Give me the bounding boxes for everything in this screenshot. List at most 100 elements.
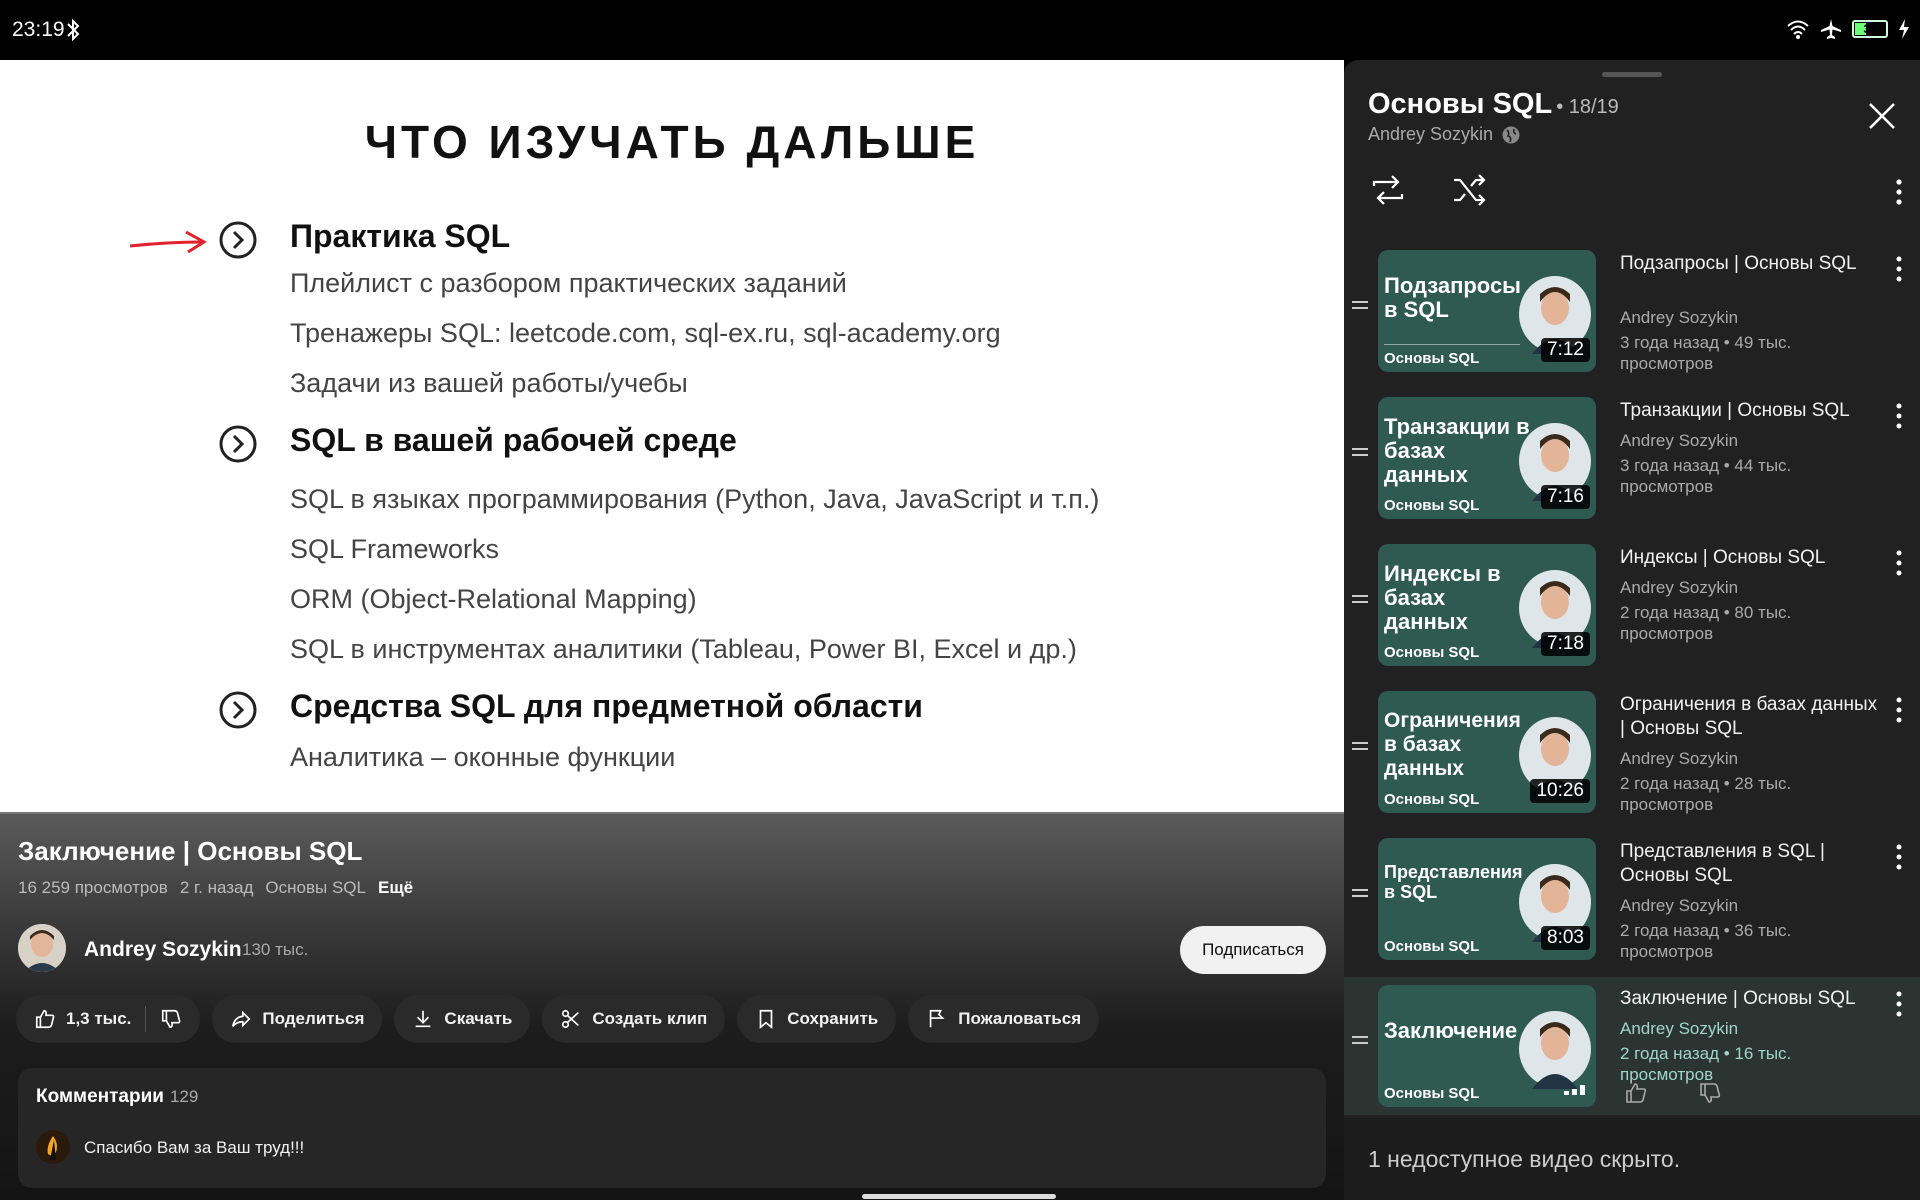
comments-header: Комментарии 129 bbox=[36, 1086, 199, 1107]
share-icon bbox=[232, 1010, 251, 1028]
battery-level: 34 bbox=[1863, 22, 1877, 36]
chevron-circle-icon bbox=[219, 221, 257, 259]
item-title: Подзапросы | Основы SQL bbox=[1620, 253, 1857, 274]
home-indicator[interactable] bbox=[862, 1194, 1056, 1199]
slide-section-heading: Практика SQL bbox=[219, 218, 510, 259]
playlist-item[interactable]: Индексы в базах данных Основы SQL 7:18 И… bbox=[1344, 536, 1920, 666]
commenter-avatar bbox=[36, 1130, 70, 1164]
chevron-circle-icon bbox=[219, 425, 257, 463]
playlist-position: • 18/19 bbox=[1556, 96, 1619, 118]
close-icon[interactable] bbox=[1864, 98, 1900, 134]
red-arrow-icon bbox=[129, 230, 207, 254]
item-meta: 2 года назад • 80 тыс. просмотров bbox=[1620, 603, 1792, 643]
like-dislike-button[interactable]: 1,3 тыс. bbox=[16, 995, 201, 1043]
playlist-item[interactable]: Представления в SQL Основы SQL 8:03 Пред… bbox=[1344, 830, 1920, 961]
video-thumbnail[interactable]: Подзапросы в SQL Основы SQL 7:12 bbox=[1378, 250, 1596, 372]
playlist-menu-icon[interactable] bbox=[1884, 172, 1914, 212]
panel-drag-handle[interactable] bbox=[1602, 72, 1662, 77]
thumbs-up-icon[interactable] bbox=[1624, 1081, 1648, 1105]
flag-icon bbox=[930, 1009, 945, 1028]
drag-handle-icon[interactable] bbox=[1350, 592, 1370, 606]
channel-name[interactable]: Andrey Sozykin bbox=[84, 938, 242, 962]
slide-title: ЧТО ИЗУЧАТЬ ДАЛЬШЕ bbox=[364, 116, 980, 168]
playlist-item[interactable]: Ограничения в базах данных Основы SQL 10… bbox=[1344, 683, 1920, 814]
comments-panel[interactable]: Комментарии 129 Спасибо Вам за Ваш труд!!… bbox=[18, 1068, 1326, 1188]
slide-bullet: SQL в языках программирования (Python, J… bbox=[290, 484, 1100, 514]
item-menu-icon[interactable] bbox=[1884, 546, 1914, 580]
drag-handle-icon[interactable] bbox=[1350, 298, 1370, 312]
channel-avatar[interactable] bbox=[18, 924, 66, 972]
item-channel: Andrey Sozykin bbox=[1620, 896, 1739, 915]
video-meta[interactable]: 16 259 просмотров 2 г. назад Основы SQL … bbox=[18, 878, 413, 898]
chevron-circle-icon bbox=[219, 691, 257, 729]
slide-bullet: ORM (Object-Relational Mapping) bbox=[290, 584, 697, 614]
slide-bullet: SQL Frameworks bbox=[290, 534, 500, 564]
thumbs-down-icon[interactable] bbox=[1698, 1081, 1722, 1105]
save-button[interactable]: Сохранить bbox=[737, 995, 897, 1043]
video-thumbnail[interactable]: Представления в SQL Основы SQL 8:03 bbox=[1378, 838, 1596, 960]
subscribe-button[interactable]: Подписаться bbox=[1180, 926, 1326, 974]
item-menu-icon[interactable] bbox=[1884, 987, 1914, 1021]
video-title: Заключение | Основы SQL bbox=[18, 836, 363, 866]
playlist-owner: Andrey Sozykin bbox=[1368, 124, 1521, 145]
globe-icon bbox=[1502, 126, 1520, 143]
charging-icon bbox=[1899, 19, 1909, 39]
video-duration: 8:03 bbox=[1541, 926, 1590, 950]
bluetooth-icon bbox=[67, 18, 80, 42]
comment-count: 129 bbox=[169, 1087, 199, 1106]
item-menu-icon[interactable] bbox=[1884, 399, 1914, 433]
slide-section-heading: Средства SQL для предметной области bbox=[219, 688, 923, 729]
item-meta: 2 года назад • 36 тыс. просмотров bbox=[1620, 921, 1792, 961]
repeat-icon[interactable] bbox=[1368, 170, 1408, 210]
item-title: Индексы | Основы SQL bbox=[1620, 547, 1826, 568]
item-channel: Andrey Sozykin bbox=[1620, 1019, 1739, 1038]
playlist-panel: Основы SQL • 18/19 Andrey Sozykin Подзапр… bbox=[1344, 60, 1920, 1200]
video-player[interactable]: ЧТО ИЗУЧАТЬ ДАЛЬШЕ Практика SQL Плейлист… bbox=[0, 60, 1344, 816]
download-button[interactable]: Скачать bbox=[394, 995, 531, 1043]
share-button[interactable]: Поделиться bbox=[212, 995, 383, 1043]
drag-handle-icon[interactable] bbox=[1350, 445, 1370, 459]
item-title: Ограничения в базах данных | Основы SQL bbox=[1620, 694, 1878, 739]
more-link[interactable]: Ещё bbox=[378, 878, 413, 898]
playlist-title: Основы SQL • 18/19 bbox=[1368, 88, 1619, 120]
playlist-link[interactable]: Основы SQL bbox=[265, 878, 366, 898]
item-meta: 2 года назад • 16 тыс. просмотров bbox=[1620, 1044, 1792, 1084]
video-thumbnail[interactable]: Заключение Основы SQL bbox=[1378, 985, 1596, 1107]
presenter-portrait bbox=[1519, 1011, 1591, 1089]
slide-bullet: Аналитика – оконные функции bbox=[290, 742, 676, 772]
item-menu-icon[interactable] bbox=[1884, 840, 1914, 874]
item-channel: Andrey Sozykin bbox=[1620, 308, 1739, 327]
slide-bullet: SQL в инструментах аналитики (Tableau, P… bbox=[290, 634, 1077, 664]
status-time: 23:19 bbox=[12, 18, 65, 41]
playlist-item[interactable]: Транзакции в базах данных Основы SQL 7:1… bbox=[1344, 389, 1920, 519]
slide-bullet: Тренажеры SQL: leetcode.com, sql-ex.ru, … bbox=[290, 318, 1001, 348]
drag-handle-icon[interactable] bbox=[1350, 739, 1370, 753]
thumbs-down-icon[interactable] bbox=[160, 1008, 182, 1030]
thumbs-up-icon[interactable] bbox=[34, 1008, 56, 1030]
drag-handle-icon[interactable] bbox=[1350, 1033, 1370, 1047]
video-thumbnail[interactable]: Ограничения в базах данных Основы SQL 10… bbox=[1378, 691, 1596, 813]
video-thumbnail[interactable]: Транзакции в базах данных Основы SQL 7:1… bbox=[1378, 397, 1596, 519]
report-button[interactable]: Пожаловаться bbox=[908, 995, 1100, 1043]
like-count: 1,3 тыс. bbox=[66, 1009, 132, 1028]
item-menu-icon[interactable] bbox=[1884, 693, 1914, 727]
scissors-icon bbox=[562, 1009, 580, 1029]
playlist-item[interactable]: Подзапросы в SQL Основы SQL 7:12 Подзапр… bbox=[1344, 242, 1920, 373]
video-duration: 7:18 bbox=[1541, 632, 1590, 656]
drag-handle-icon[interactable] bbox=[1350, 886, 1370, 900]
battery-icon: 34 bbox=[1852, 20, 1888, 38]
item-menu-icon[interactable] bbox=[1884, 252, 1914, 286]
upload-age: 2 г. назад bbox=[179, 878, 254, 897]
video-thumbnail[interactable]: Индексы в базах данных Основы SQL 7:18 bbox=[1378, 544, 1596, 666]
item-channel: Andrey Sozykin bbox=[1620, 749, 1739, 768]
item-meta: 3 года назад • 49 тыс. просмотров bbox=[1620, 333, 1792, 373]
comment-text: Спасибо Вам за Ваш труд!!! bbox=[84, 1138, 305, 1157]
create-clip-button[interactable]: Создать клип bbox=[542, 995, 726, 1043]
shuffle-icon[interactable] bbox=[1450, 170, 1490, 210]
playlist-item-current[interactable]: Заключение Основы SQL Заключение | Основ… bbox=[1344, 977, 1920, 1115]
item-channel: Andrey Sozykin bbox=[1620, 578, 1739, 597]
action-bar: 1,3 тыс. Поделиться Скачать Создать клип… bbox=[16, 995, 1100, 1043]
view-count: 16 259 просмотров bbox=[18, 878, 168, 897]
slide-bullet: Плейлист с разбором практических заданий bbox=[290, 268, 847, 298]
item-title: Транзакции | Основы SQL bbox=[1620, 400, 1850, 421]
